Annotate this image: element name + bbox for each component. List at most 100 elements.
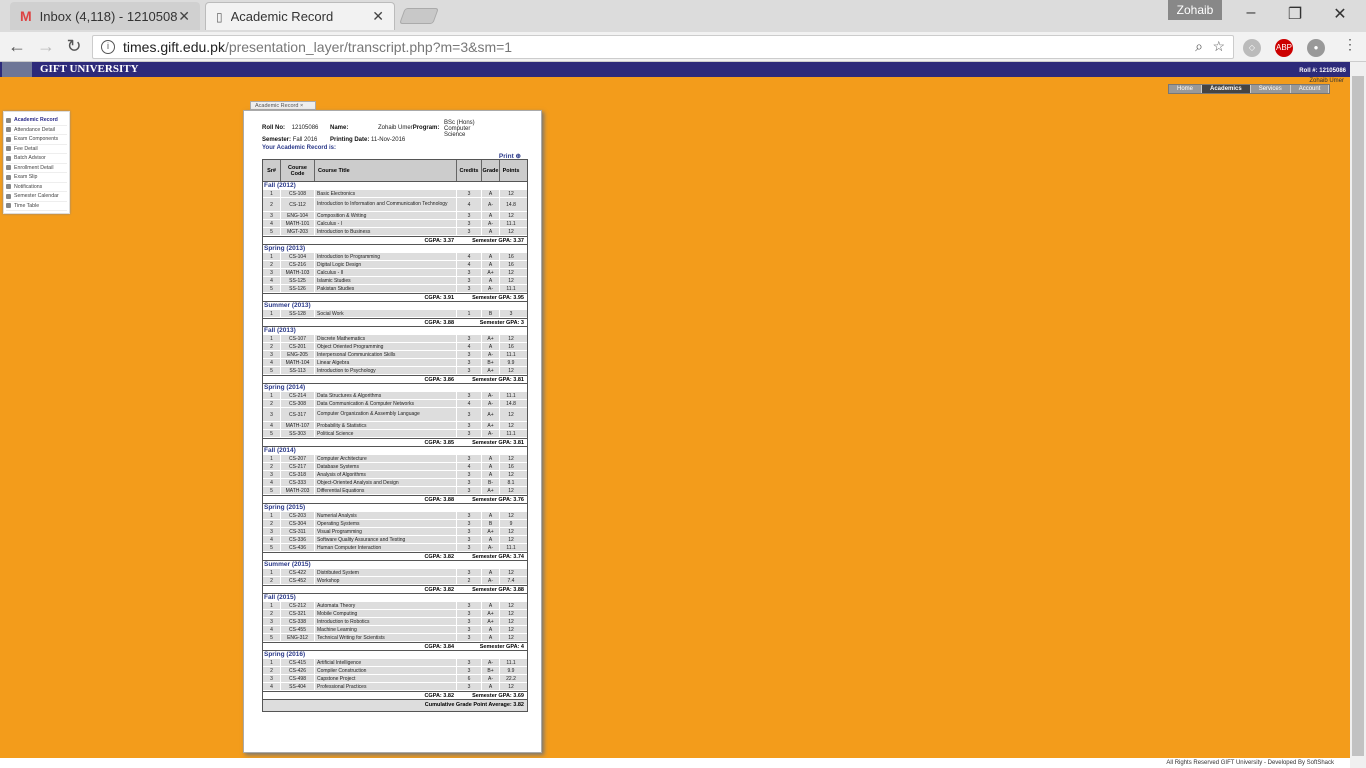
sidebar-item-label: Exam Components [14,136,59,143]
browser-tab-bar: M Inbox (4,118) - 12105086 ✕ ▯ Academic … [0,0,1366,32]
menu-services[interactable]: Services [1251,85,1291,93]
table-cell: A- [482,351,500,358]
panel-tab[interactable]: Academic Record × [250,101,316,110]
table-cell: 2 [263,261,281,268]
menu-academics[interactable]: Academics [1202,85,1251,93]
table-cell: CS-216 [281,261,315,268]
restore-icon[interactable]: ❐ [1285,4,1305,24]
table-row: 2 CS-321 Mobile Computing 3 A+ 12 [263,610,527,618]
tab-academic-record[interactable]: ▯ Academic Record ✕ [205,2,395,30]
table-cell: CS-112 [281,198,315,211]
semester-gpa: Semester GPA: 4 [479,644,524,650]
sidebar-item[interactable]: Exam Components [6,135,67,145]
table-cell: 2 [263,520,281,527]
sidebar-item[interactable]: Exam Slip [6,173,67,183]
zoom-icon[interactable]: ⌕ [1195,38,1203,55]
cgpa: CGPA: 3.82 [424,693,454,699]
table-cell: B+ [482,359,500,366]
shield-extension-icon[interactable]: ◇ [1243,39,1261,57]
table-row: 4 MATH-101 Calculus - I 3 A- 11.1 [263,220,527,228]
table-cell: 3 [263,528,281,535]
table-cell: 3 [457,479,482,486]
table-cell: 3 [457,528,482,535]
table-row: 1 CS-207 Computer Architecture 3 A 12 [263,455,527,463]
table-cell: 3 [457,430,482,437]
table-cell: 3 [263,212,281,219]
table-cell: 3 [457,536,482,543]
back-icon[interactable]: ← [6,36,28,57]
table-cell: Analysis of Algorithms [315,471,457,478]
forward-icon[interactable]: → [35,36,57,57]
table-cell: 4 [263,277,281,284]
table-cell: B [482,520,500,527]
vertical-scrollbar[interactable] [1350,62,1366,768]
table-cell: 3 [457,634,482,641]
table-cell: 2 [263,198,281,211]
table-cell: Computer Organization & Assembly Languag… [315,408,457,421]
menu-account[interactable]: Account [1291,85,1330,93]
table-cell: 1 [457,310,482,317]
new-tab-button[interactable] [399,8,439,24]
table-cell: Artificial Intelligence [315,659,457,666]
cgpa: CGPA: 3.88 [424,497,454,503]
url-path: /presentation_layer/transcript.php?m=3&s… [224,39,513,55]
sidebar-item[interactable]: Notifications [6,183,67,192]
close-icon[interactable]: ✕ [372,8,384,25]
table-cell: 12 [508,683,514,690]
close-icon[interactable]: ✕ [178,8,190,25]
table-cell: 11.1 [506,351,516,358]
table-cell: CS-436 [281,544,315,551]
menu-home[interactable]: Home [1169,85,1203,93]
adblock-icon[interactable]: ABP [1275,39,1293,57]
bookmark-star-icon[interactable]: ☆ [1212,38,1225,55]
reload-icon[interactable]: ↻ [63,36,85,57]
table-cell: Software Quality Assurance and Testing [315,536,457,543]
top-menu: Home Academics Services Account [1168,84,1331,94]
table-cell: 12 [508,277,514,284]
table-cell: MATH-203 [281,487,315,494]
table-cell: 3 [263,351,281,358]
table-cell: CS-214 [281,392,315,399]
sidebar-item[interactable]: Fee Detail [6,145,67,154]
sidebar-item[interactable]: Semester Calendar [6,192,67,202]
sidebar-item[interactable]: Time Table [6,202,67,211]
table-cell: 12 [508,228,514,235]
semester-title: Spring (2015) [263,504,527,512]
table-cell: 12 [508,411,514,418]
semester-title: Fall (2013) [263,327,527,335]
table-cell: 3 [457,269,482,276]
profile-badge[interactable]: Zohaib [1168,0,1222,20]
menu-item-icon [6,117,11,123]
table-cell: B+ [482,667,500,674]
table-cell: 5 [263,367,281,374]
menu-icon[interactable]: ⋮ [1339,36,1361,53]
scrollbar-thumb[interactable] [1352,76,1364,756]
table-cell: A- [482,392,500,399]
table-cell: CS-107 [281,335,315,342]
sidebar-item[interactable]: Attendance Detail [6,126,67,135]
table-cell: 4 [263,220,281,227]
extension-icon[interactable]: ● [1307,39,1325,57]
sidebar-item[interactable]: Enrollment Detail [6,164,67,173]
menu-item-icon [6,184,11,190]
table-row: 4 MATH-104 Linear Algebra 3 B+ 9.9 [263,359,527,367]
table-cell: 12 [508,610,514,617]
sidebar-item[interactable]: Batch Advisor [6,154,67,164]
table-cell: 14.8 [506,400,516,407]
minimize-icon[interactable]: – [1241,4,1261,22]
semester-gpa: Semester GPA: 3.37 [472,238,524,244]
close-window-icon[interactable]: ✕ [1330,4,1350,24]
cgpa: CGPA: 3.86 [424,377,454,383]
table-row: 2 CS-217 Database Systems 4 A 16 [263,463,527,471]
sidebar-item[interactable]: Academic Record [6,116,67,126]
table-row: 1 CS-415 Artificial Intelligence 3 A- 11.1 [263,659,527,667]
program-value: BSc (Hons) Computer Science [444,120,475,138]
address-bar[interactable]: i times.gift.edu.pk/presentation_layer/t… [92,35,1234,59]
tab-inbox[interactable]: M Inbox (4,118) - 12105086 ✕ [10,2,200,30]
table-cell: 1 [263,310,281,317]
table-cell: A [482,471,500,478]
info-icon[interactable]: i [101,40,115,54]
panel-tab-label: Academic Record [255,103,299,109]
table-cell: 12 [508,269,514,276]
column-header: Grade [482,160,500,181]
